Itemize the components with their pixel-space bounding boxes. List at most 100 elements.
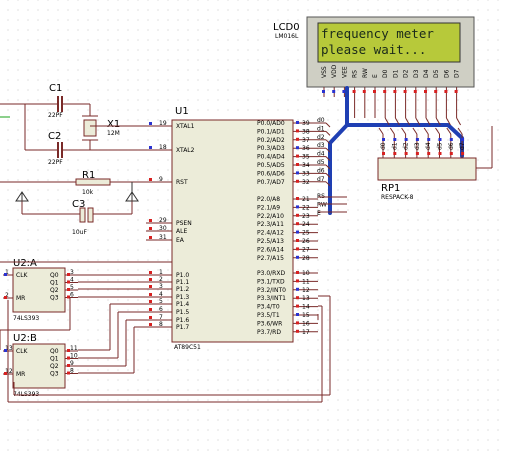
u1-right-pin-name: P3.7/RD: [257, 329, 281, 336]
u1-right-pin-name: P0.1/AD1: [257, 128, 285, 135]
pin-state-marker: [296, 197, 299, 200]
bus-net-label: d5: [317, 159, 325, 166]
bus-net-label: d6: [317, 167, 325, 174]
u1-right-pin-number: 27: [302, 246, 310, 253]
u2b-pin-number: 9: [70, 360, 74, 367]
u1-left-pin-number: 30: [159, 225, 167, 232]
rp1-pin-label: d7: [459, 142, 466, 150]
pin-state-marker: [149, 293, 152, 296]
lcd-pin-label: RS: [352, 70, 359, 78]
u1-right-pin-number: 23: [302, 213, 310, 220]
c1-value: 22PF: [48, 112, 63, 119]
pin-state-marker: [415, 152, 419, 155]
rp1-pins: d0 d1 d2 d3 d4 d5 d6 d7: [378, 127, 466, 158]
u1-right-pin-number: 36: [302, 145, 310, 152]
pin-state-marker: [4, 273, 7, 276]
pin-state-marker: [149, 285, 152, 288]
u1-left-pin-name: P1.1: [176, 279, 189, 286]
rp1-pin-label: d3: [414, 142, 421, 150]
lcd-pin-label: E: [372, 74, 379, 78]
pin-state-marker: [454, 90, 458, 93]
pin-state-marker: [296, 137, 299, 141]
pin-state-marker: [438, 152, 442, 155]
u1-right-pin-name: P3.1/TXD: [257, 278, 285, 285]
u1-right-pin-number: 32: [302, 179, 310, 186]
u1-right-pin-name: P0.6/AD6: [257, 170, 285, 177]
bus-net-label: d4: [317, 151, 325, 158]
crystal-x1: [83, 119, 97, 137]
lcd-line-2: please wait...: [321, 42, 426, 57]
u2b-pin-name: MR: [16, 371, 25, 378]
pin-state-marker: [296, 213, 299, 217]
lcd-pin-label: D3: [413, 69, 420, 78]
pin-state-marker: [444, 90, 448, 93]
u1-microcontroller[interactable]: U1 AT89C51 XTAL119XTAL218RST9PSEN29ALE30…: [146, 106, 318, 351]
u2a-counter[interactable]: U2:A 74LS393 CLK1MR2Q0 3Q1 4Q2 5Q3 6: [3, 258, 78, 322]
r1-value: 10k: [82, 189, 94, 196]
u1-right-pin-number: 17: [302, 329, 310, 336]
u1-left-pin-name: P1.6: [176, 317, 189, 324]
lcd-pin-label: D5: [433, 69, 440, 78]
pin-state-marker: [382, 152, 385, 155]
u1-right-pin-name: P0.7/AD7: [257, 179, 285, 186]
pin-state-marker: [296, 271, 299, 274]
pin-state-marker: [296, 146, 299, 150]
u1-left-pin-number: 18: [159, 144, 167, 151]
lcd-data-wires: [354, 97, 462, 126]
u1-left-pin-number: 6: [159, 306, 163, 313]
u1-left-pin-name: P1.7: [176, 324, 189, 331]
u1-left-pin-number: 31: [159, 234, 167, 241]
rp1-pin-label: d4: [425, 142, 432, 150]
u1-right-pin-name: P2.1/A9: [257, 204, 280, 211]
pin-state-marker: [296, 239, 299, 242]
c3-value: 10uF: [72, 229, 87, 236]
u1-left-pins: XTAL1 19 XTAL2 18 RST 9 PSEN 29 ALE 30 EA 31 P1.0 1 P1…: [146, 120, 195, 331]
u2a-pin-number: 6: [70, 292, 74, 299]
pin-state-marker: [296, 329, 299, 333]
u1-left-pin-number: 29: [159, 217, 167, 224]
u1-part: AT89C51: [174, 344, 201, 351]
u1-right-pin-name: P2.7/A15: [257, 255, 284, 262]
u2a-pin-name: MR: [16, 295, 25, 302]
u1-left-pin-name: RST: [176, 179, 188, 186]
u1-right-pin-number: 10: [302, 270, 310, 277]
pin-state-marker: [383, 90, 387, 93]
u1-right-pin-number: 12: [302, 287, 310, 294]
u2a-pin-name: Q2: [50, 287, 59, 294]
rp1-resistor-pack[interactable]: RP1 RESPACK-8 d0 d1 d2 d3 d4 d5 d6 d7: [377, 127, 477, 201]
pin-state-marker: [424, 90, 427, 93]
u1-right-pin-name: P2.2/A10: [257, 213, 284, 220]
u1-right-pin-number: 35: [302, 154, 310, 161]
rp1-pin-label: d5: [437, 142, 444, 150]
u2b-pin-number: 11: [70, 345, 78, 352]
u2b-pin-number: 8: [70, 368, 74, 375]
u2a-pin-number: 3: [70, 269, 74, 276]
u1-right-pin-name: P0.0/AD0: [257, 120, 285, 127]
bus-net-label: d0: [317, 117, 325, 124]
pin-state-marker: [149, 122, 152, 125]
lcd-pin-label: D4: [423, 69, 430, 78]
u1-right-pin-name: P3.4/T0: [257, 304, 280, 311]
u2b-pin-name: Q2: [50, 363, 59, 370]
u1-right-pin-number: 33: [302, 170, 310, 177]
bus-net-label: d1: [317, 125, 325, 132]
u1-left-pin-number: 3: [159, 283, 163, 290]
schematic-canvas[interactable]: LCD0 LM016L frequency meter please wait.…: [0, 0, 507, 452]
lcd-line-1: frequency meter: [321, 26, 434, 41]
pin-state-marker: [449, 138, 453, 141]
lcd-ref: LCD0: [273, 22, 300, 33]
control-net-label: RW: [317, 201, 327, 208]
u1-right-pin-name: P0.3/AD3: [257, 145, 285, 152]
crystal-circuit[interactable]: C1 22PF C2 22PF X1 12M R1 10k C3 10uF: [0, 83, 172, 236]
lcd-module[interactable]: LCD0 LM016L frequency meter please wait.…: [273, 16, 475, 97]
pin-state-marker: [373, 90, 376, 93]
rp1-pin-label: d6: [448, 142, 455, 150]
u1-left-pin-name: PSEN: [176, 220, 192, 227]
pin-state-marker: [332, 90, 336, 93]
pin-state-marker: [434, 90, 438, 93]
u1-right-pin-number: 38: [302, 128, 310, 135]
pin-state-marker: [461, 152, 465, 155]
u1-left-pin-name: P1.5: [176, 309, 189, 316]
u1-right-pin-name: P0.5/AD5: [257, 162, 285, 169]
u1-left-pin-name: P1.2: [176, 286, 189, 293]
